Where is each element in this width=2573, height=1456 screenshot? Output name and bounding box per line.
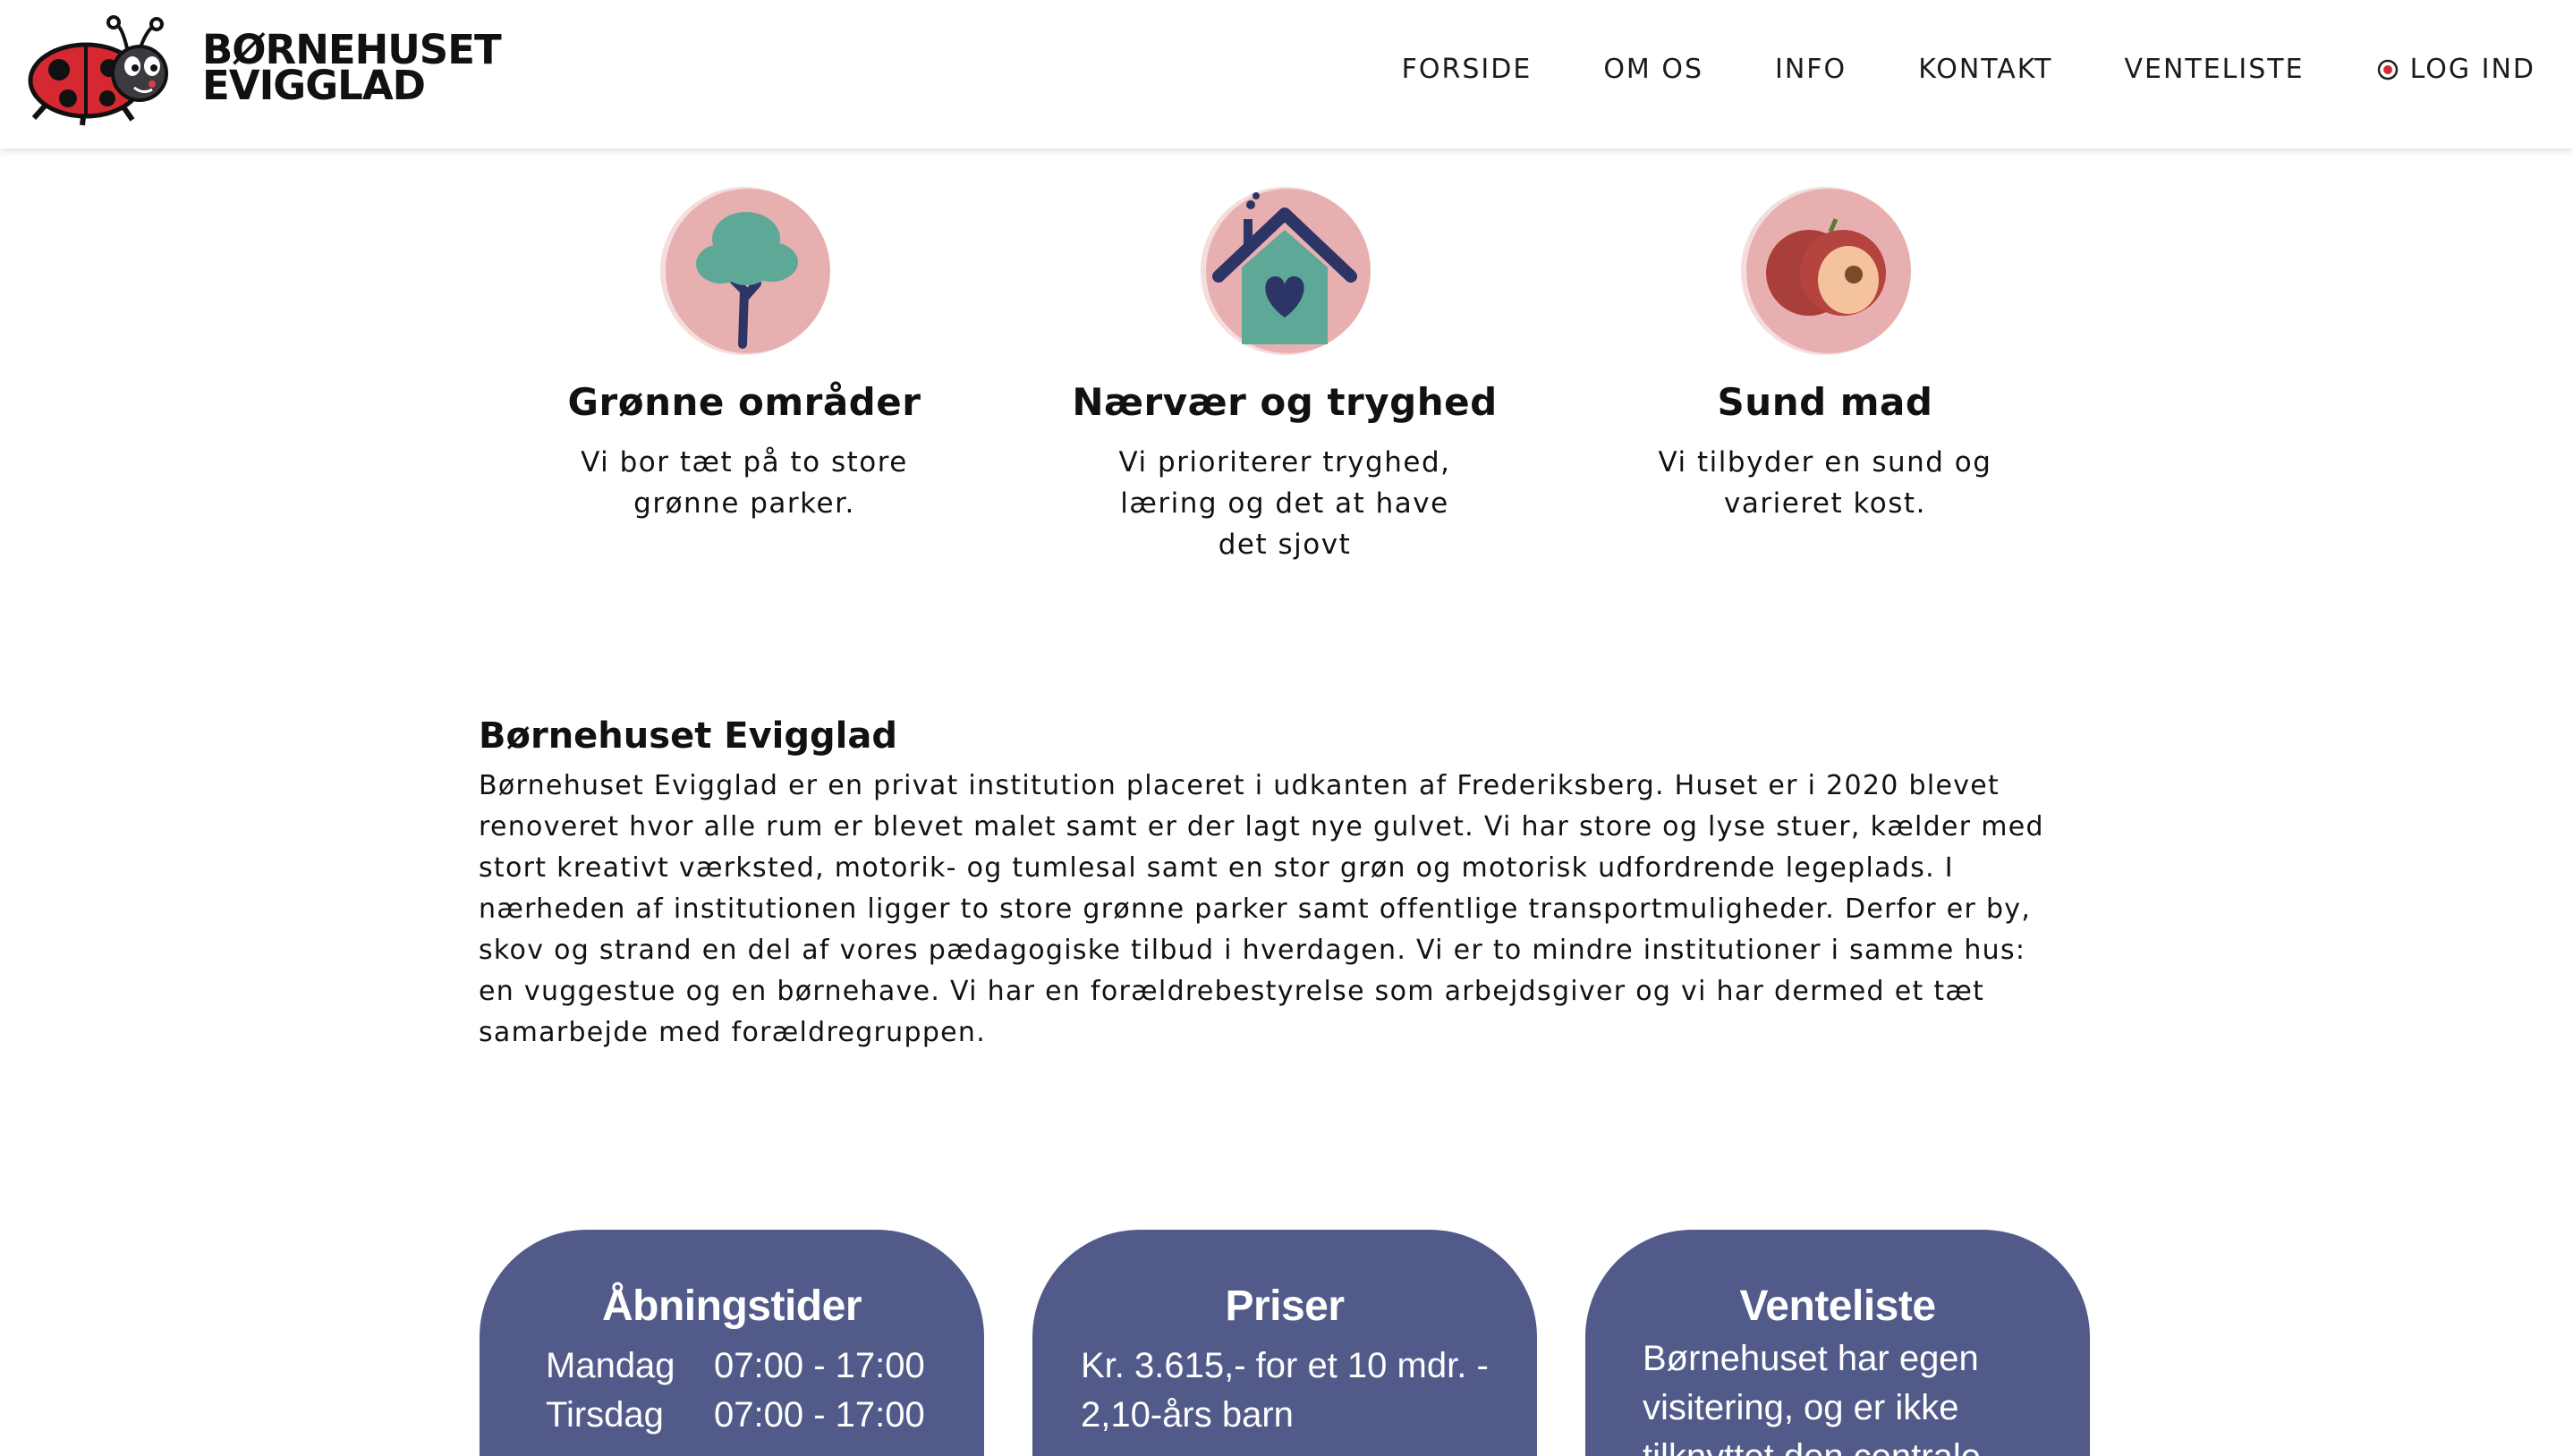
apple-icon [1741, 187, 1911, 355]
feature-title: Sund mad [1717, 380, 1933, 424]
opening-hours-card: Åbningstider Mandag 07:00 - 17:00 Tirsda… [480, 1230, 984, 1456]
hours-day: Mandag [546, 1346, 675, 1385]
lock-icon [2377, 59, 2398, 80]
feature-green-areas: Grønne områder Vi bor tæt på to store gr… [530, 183, 959, 524]
waitlist-line: visitering, og er ikke [1643, 1388, 1959, 1427]
brand-line-2: EVIGGLAD [202, 62, 426, 109]
nav-venteliste[interactable]: VENTELISTE [2124, 54, 2304, 85]
nav-forside[interactable]: FORSIDE [1402, 54, 1533, 85]
feature-title: Nærvær og tryghed [1072, 380, 1498, 424]
waitlist-line: tilknyttet den centrale [1643, 1433, 2054, 1456]
nav-om-os[interactable]: OM OS [1603, 54, 1703, 85]
nav-log-ind[interactable]: LOG IND [2376, 54, 2535, 85]
hours-day: Tirsdag [546, 1395, 664, 1435]
main-nav: FORSIDE OM OS INFO KONTAKT VENTELISTE LO… [1402, 54, 2535, 85]
about-line: samarbejde med forældregruppen. [479, 1017, 987, 1048]
ladybug-logo-icon[interactable] [21, 13, 174, 129]
about-line: en vuggestue og en børnehave. Vi har en … [479, 976, 1985, 1007]
card-title: Priser [1225, 1282, 1345, 1330]
waitlist-card: Venteliste Børnehuset har egen visiterin… [1585, 1230, 2090, 1456]
card-title: Åbningstider [602, 1282, 862, 1330]
prices-text: Kr. 3.615,- for et 10 mdr. - 2,10-års ba… [1081, 1342, 1489, 1440]
about-line: skov og strand en del af vores pædagogis… [479, 935, 2026, 966]
feature-presence-safety: Nærvær og tryghed Vi prioriterer tryghed… [1070, 183, 1499, 565]
waitlist-line: Børnehuset har egen [1643, 1339, 1979, 1378]
about-title: Børnehuset Evigglad [479, 715, 897, 757]
feature-title: Grønne områder [567, 380, 921, 424]
card-title: Venteliste [1739, 1282, 1936, 1330]
feature-text: Vi prioriterer tryghed, læring og det at… [1118, 446, 1451, 561]
about-line: Børnehuset Evigglad er en privat institu… [479, 770, 2000, 801]
hours-time: 07:00 - 17:00 [714, 1395, 925, 1435]
waitlist-text: Børnehuset har egen visitering, og er ik… [1643, 1334, 2054, 1456]
log-ind-label: LOG IND [2409, 54, 2535, 85]
about-text: Børnehuset Evigglad er en privat institu… [479, 766, 2089, 1054]
prices-card: Priser Kr. 3.615,- for et 10 mdr. - 2,10… [1032, 1230, 1537, 1456]
hours-list: Mandag 07:00 - 17:00 Tirsdag 07:00 - 17:… [546, 1342, 984, 1440]
nav-info[interactable]: INFO [1775, 54, 1847, 85]
hours-row: Mandag 07:00 - 17:00 [546, 1342, 984, 1391]
about-section: Børnehuset Evigglad Børnehuset Evigglad … [479, 715, 2089, 1054]
house-heart-icon [1201, 187, 1371, 355]
brand-name[interactable]: BØRNEHUSET EVIGGLAD [202, 30, 502, 109]
about-line: renoveret hvor alle rum er blevet malet … [479, 811, 2044, 842]
feature-text: Vi bor tæt på to store grønne parker. [581, 446, 908, 520]
feature-healthy-food: Sund mad Vi tilbyder en sund og varieret… [1610, 183, 2040, 524]
prices-line: 2,10-års barn [1081, 1395, 1294, 1435]
prices-line: Kr. 3.615,- for et 10 mdr. - [1081, 1346, 1489, 1385]
tree-icon [660, 187, 830, 355]
nav-kontakt[interactable]: KONTAKT [1918, 54, 2052, 85]
hours-time: 07:00 - 17:00 [714, 1346, 925, 1385]
hours-row: Tirsdag 07:00 - 17:00 [546, 1391, 984, 1440]
feature-text: Vi tilbyder en sund og varieret kost. [1658, 446, 1992, 520]
about-line: stort kreativt værksted, motorik- og tum… [479, 852, 1954, 884]
site-header: BØRNEHUSET EVIGGLAD FORSIDE OM OS INFO K… [0, 0, 2573, 148]
about-line: nærheden af institutionen ligger to stor… [479, 893, 2032, 925]
